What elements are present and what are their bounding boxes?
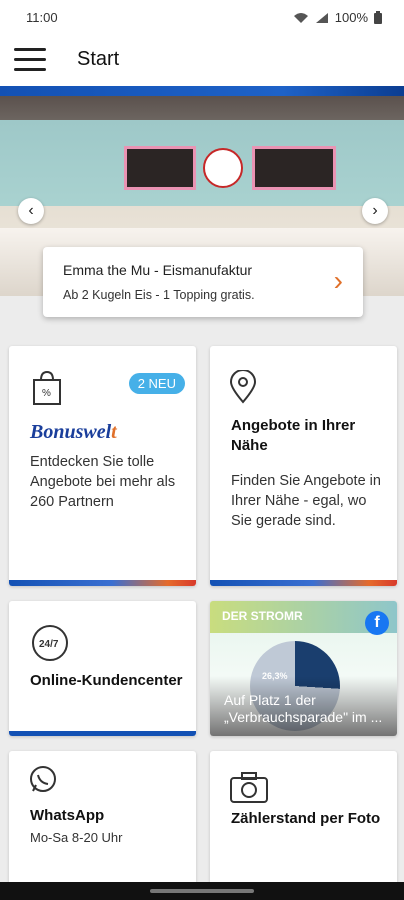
location-pin-icon (229, 370, 257, 404)
card-nearby-offers[interactable]: Angebote in Ihrer Nähe Finden Sie Angebo… (210, 346, 397, 586)
nearby-title: Angebote in Ihrer Nähe (231, 417, 356, 454)
card-online-center[interactable]: 24/7 Online-Kundencenter (9, 601, 196, 736)
card-meter-photo[interactable]: Zählerstand per Foto (210, 751, 397, 891)
svg-text:24/7: 24/7 (39, 639, 59, 650)
battery-level: 100% (334, 10, 368, 25)
signal-icon (315, 12, 328, 23)
24-7-icon: 24/7 (32, 625, 68, 661)
card-bonuswelt[interactable]: % 2 NEU Bonuswelt Entdecken Sie tolle An… (9, 346, 196, 586)
card-stripe (210, 580, 397, 586)
shop-logo (203, 148, 243, 188)
shopping-bag-icon: % (33, 370, 61, 405)
new-badge: 2 NEU (128, 373, 185, 394)
meter-photo-title: Zählerstand per Foto (231, 810, 381, 827)
status-time: 11:00 (26, 10, 58, 25)
wifi-icon (293, 12, 308, 23)
menu-icon[interactable] (14, 46, 46, 72)
card-stripe (9, 731, 196, 736)
facebook-post-caption: Auf Platz 1 der „Verbrauchsparade" im ..… (224, 692, 383, 725)
status-bar: 11:00 100% (0, 0, 404, 34)
card-whatsapp[interactable]: WhatsApp Mo-Sa 8-20 Uhr (9, 751, 196, 891)
app-bar: Start (0, 34, 404, 86)
whatsapp-icon (30, 766, 56, 792)
online-center-title: Online-Kundencenter (30, 672, 183, 689)
menu-board-right (252, 146, 336, 190)
post-image-title: DER STROMR (222, 609, 303, 623)
promo-title: Emma the Mu - Eismanufaktur (63, 262, 253, 278)
whatsapp-hours: Mo-Sa 8-20 Uhr (30, 830, 123, 845)
chevron-right-icon: › (333, 265, 343, 296)
page-title: Start (77, 48, 120, 70)
carousel-next-button[interactable]: › (362, 198, 388, 224)
camera-icon (230, 772, 268, 803)
nearby-text: Finden Sie Angebote in Ihrer Nähe - egal… (231, 473, 381, 529)
promo-card[interactable]: Emma the Mu - Eismanufaktur Ab 2 Kugeln … (43, 247, 363, 317)
status-icons: 100% (293, 10, 382, 25)
card-facebook-post[interactable]: DER STROMR 26,3% f Auf Platz 1 der „Verb… (210, 601, 397, 736)
bonuswelt-logo: Bonuswelt (30, 421, 117, 443)
menu-board-left (124, 146, 196, 190)
promo-subtitle: Ab 2 Kugeln Eis - 1 Topping gratis. (63, 288, 255, 302)
bonuswelt-text: Entdecken Sie tolle Angebote bei mehr al… (30, 454, 176, 510)
carousel-prev-button[interactable]: ‹ (18, 198, 44, 224)
home-gesture-handle[interactable] (150, 889, 254, 893)
brand-bar (0, 86, 404, 96)
svg-text:%: % (42, 388, 51, 399)
system-nav-bar (0, 882, 404, 900)
battery-icon (374, 11, 382, 24)
card-stripe (9, 580, 196, 586)
facebook-icon: f (365, 611, 389, 635)
whatsapp-title: WhatsApp (30, 807, 105, 824)
